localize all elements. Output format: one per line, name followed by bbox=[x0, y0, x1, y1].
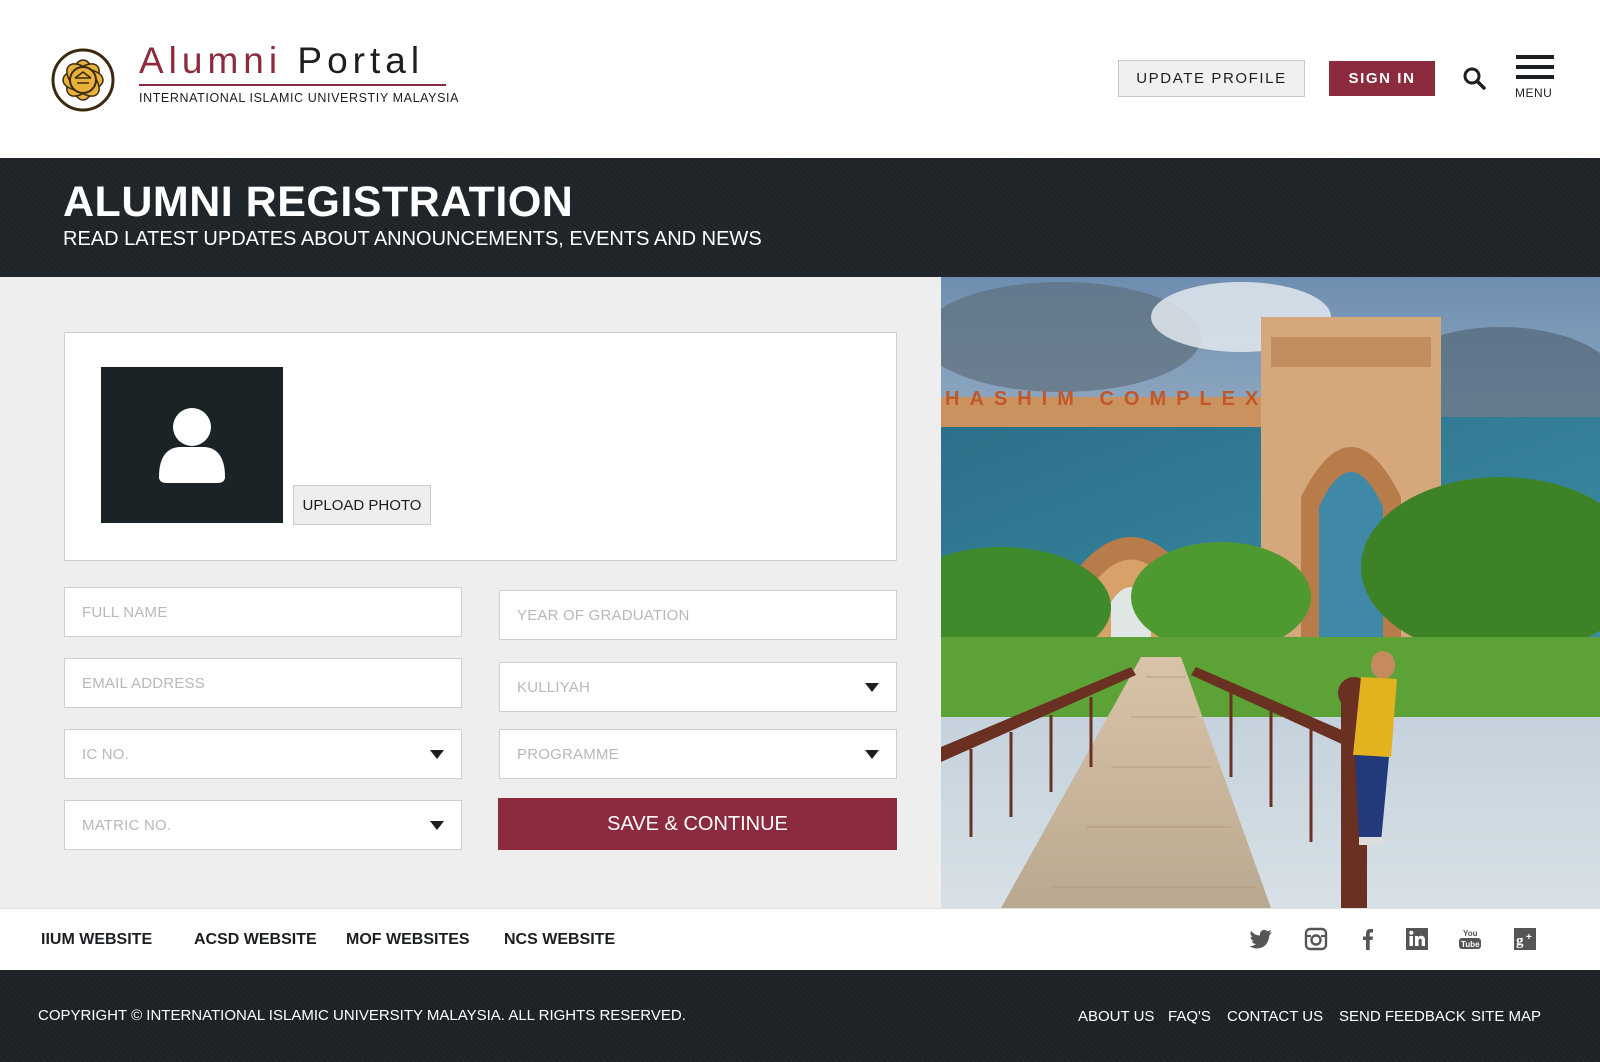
upload-photo-button[interactable]: UPLOAD PHOTO bbox=[293, 485, 431, 525]
google-plus-icon[interactable]: g + bbox=[1513, 927, 1537, 951]
iium-website-link[interactable]: IIUM WEBSITE bbox=[41, 931, 152, 949]
brand-word-portal: Portal bbox=[297, 40, 425, 81]
menu-label[interactable]: MENU bbox=[1515, 86, 1552, 100]
footer-about-us-link[interactable]: ABOUT US bbox=[1078, 1008, 1154, 1025]
email-field[interactable]: EMAIL ADDRESS bbox=[64, 658, 462, 708]
registration-form: UPLOAD PHOTO FULL NAME EMAIL ADDRESS IC … bbox=[0, 277, 941, 908]
campus-illustration: HASHIM COMPLEX bbox=[941, 277, 1600, 908]
programme-select[interactable]: PROGRAMME bbox=[499, 729, 897, 779]
brand-title[interactable]: Alumni Portal bbox=[139, 40, 424, 82]
chevron-down-icon bbox=[865, 750, 879, 759]
sign-in-button[interactable]: SIGN IN bbox=[1329, 61, 1435, 96]
page-subtitle: READ LATEST UPDATES ABOUT ANNOUNCEMENTS,… bbox=[63, 228, 762, 250]
building-sign: HASHIM COMPLEX bbox=[945, 388, 1268, 410]
footer-send-feedback-link[interactable]: SEND FEEDBACK bbox=[1339, 1008, 1466, 1025]
copyright-text: COPYRIGHT © INTERNATIONAL ISLAMIC UNIVER… bbox=[38, 1007, 686, 1024]
full-name-placeholder: FULL NAME bbox=[82, 604, 168, 621]
full-name-field[interactable]: FULL NAME bbox=[64, 587, 462, 637]
matric-no-select[interactable]: MATRIC NO. bbox=[64, 800, 462, 850]
update-profile-button[interactable]: UPDATE PROFILE bbox=[1118, 60, 1305, 97]
brand-divider bbox=[139, 84, 446, 86]
search-icon[interactable] bbox=[1462, 66, 1486, 90]
footer-faqs-link[interactable]: FAQ'S bbox=[1168, 1008, 1211, 1025]
user-icon bbox=[159, 408, 225, 483]
youtube-icon[interactable]: You Tube bbox=[1458, 927, 1482, 951]
hamburger-menu-icon[interactable] bbox=[1516, 55, 1554, 81]
twitter-icon[interactable] bbox=[1249, 927, 1273, 951]
year-of-graduation-field[interactable]: YEAR OF GRADUATION bbox=[499, 590, 897, 640]
svg-text:You: You bbox=[1463, 929, 1478, 938]
ic-no-placeholder: IC NO. bbox=[82, 746, 130, 763]
linkedin-icon[interactable] bbox=[1405, 927, 1429, 951]
svg-text:g: g bbox=[1516, 933, 1524, 949]
programme-placeholder: PROGRAMME bbox=[517, 746, 619, 763]
site-header: Alumni Portal INTERNATIONAL ISLAMIC UNIV… bbox=[0, 0, 1600, 158]
svg-text:+: + bbox=[1526, 932, 1532, 943]
footer-site-map-link[interactable]: SITE MAP bbox=[1471, 1008, 1541, 1025]
year-of-graduation-placeholder: YEAR OF GRADUATION bbox=[517, 607, 690, 624]
svg-text:Tube: Tube bbox=[1461, 940, 1480, 949]
acsd-website-link[interactable]: ACSD WEBSITE bbox=[194, 931, 317, 949]
instagram-icon[interactable] bbox=[1304, 927, 1328, 951]
campus-photo: HASHIM COMPLEX bbox=[941, 277, 1600, 908]
kulliyah-placeholder: KULLIYAH bbox=[517, 679, 591, 696]
save-and-continue-button[interactable]: SAVE & CONTINUE bbox=[498, 798, 897, 850]
page-title: ALUMNI REGISTRATION bbox=[63, 178, 574, 226]
footer-contact-us-link[interactable]: CONTACT US bbox=[1227, 1008, 1323, 1025]
external-links-bar: IIUM WEBSITE ACSD WEBSITE MOF WEBSITES N… bbox=[0, 908, 1600, 970]
chevron-down-icon bbox=[430, 750, 444, 759]
brand-subtitle: INTERNATIONAL ISLAMIC UNIVERSTIY MALAYSI… bbox=[139, 91, 460, 105]
photo-upload-card: UPLOAD PHOTO bbox=[64, 332, 897, 561]
site-footer: COPYRIGHT © INTERNATIONAL ISLAMIC UNIVER… bbox=[0, 970, 1600, 1062]
chevron-down-icon bbox=[865, 683, 879, 692]
kulliyah-select[interactable]: KULLIYAH bbox=[499, 662, 897, 712]
ic-no-select[interactable]: IC NO. bbox=[64, 729, 462, 779]
email-placeholder: EMAIL ADDRESS bbox=[82, 675, 205, 692]
brand-word-alumni: Alumni bbox=[139, 40, 283, 81]
avatar-placeholder bbox=[101, 367, 283, 523]
facebook-icon[interactable] bbox=[1356, 927, 1380, 951]
matric-no-placeholder: MATRIC NO. bbox=[82, 817, 172, 834]
chevron-down-icon bbox=[430, 821, 444, 830]
ncs-website-link[interactable]: NCS WEBSITE bbox=[504, 931, 615, 949]
university-logo-emblem[interactable] bbox=[46, 43, 120, 117]
mof-websites-link[interactable]: MOF WEBSITES bbox=[346, 931, 470, 949]
page-banner: ALUMNI REGISTRATION READ LATEST UPDATES … bbox=[0, 158, 1600, 277]
